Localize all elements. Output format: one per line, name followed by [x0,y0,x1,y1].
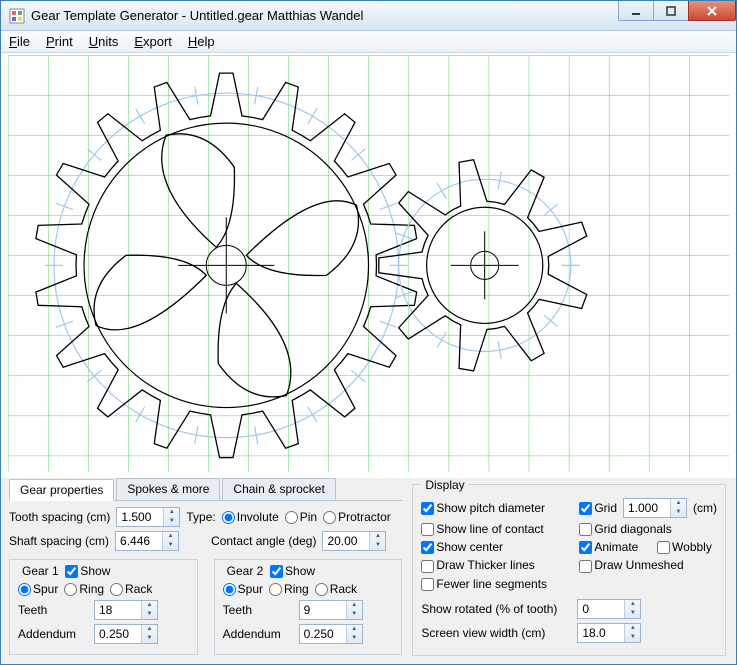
spinner-arrows-icon[interactable]: ▲▼ [670,499,686,517]
gear1-addendum-label: Addendum [18,627,88,641]
show-rotated-label: Show rotated (% of tooth) [421,602,571,616]
gear2-rack-radio[interactable]: Rack [315,582,357,596]
menu-print[interactable]: Print [46,34,73,49]
app-window: Gear Template Generator - Untitled.gear … [0,0,737,665]
spinner-arrows-icon[interactable]: ▲▼ [141,601,157,619]
spinner-arrows-icon[interactable]: ▲▼ [163,508,179,526]
gear1-spur-radio[interactable]: Spur [18,582,58,596]
contact-angle-label: Contact angle (deg) [211,534,316,548]
display-panel: Display Show pitch diameter Grid ▲▼ (cm)… [412,478,726,656]
spinner-arrows-icon[interactable]: ▲▼ [162,532,178,550]
gear1-group: Gear 1 Show Spur Ring Rack Teeth ▲▼ Adde… [9,559,198,656]
shaft-spacing-spinner[interactable]: ▲▼ [115,531,179,551]
tab-spokes[interactable]: Spokes & more [116,478,220,500]
grid-unit-label: (cm) [693,501,717,515]
show-contact-checkbox[interactable]: Show line of contact [421,522,543,536]
close-button[interactable] [688,1,736,21]
animate-checkbox[interactable]: Animate [579,540,638,554]
draw-unmeshed-checkbox[interactable]: Draw Unmeshed [579,558,683,572]
wobbly-checkbox[interactable]: Wobbly [657,540,712,554]
type-protractor-radio[interactable]: Protractor [323,510,391,524]
gear1-teeth-spinner[interactable]: ▲▼ [94,600,158,620]
maximize-button[interactable] [653,1,689,21]
gear1-legend: Gear 1 [22,564,59,578]
gear2-group: Gear 2 Show Spur Ring Rack Teeth ▲▼ Adde… [214,559,403,656]
menu-bar: File Print Units Export Help [1,31,736,53]
show-pitch-checkbox[interactable]: Show pitch diameter [421,501,545,515]
grid-size-spinner[interactable]: ▲▼ [623,498,687,518]
window-buttons [619,1,736,21]
menu-units[interactable]: Units [89,34,119,49]
menu-help[interactable]: Help [188,34,215,49]
spinner-arrows-icon[interactable]: ▲▼ [369,532,385,550]
app-icon [9,8,25,24]
gear2-addendum-spinner[interactable]: ▲▼ [299,624,363,644]
gear2-teeth-input[interactable] [300,601,346,619]
gear-properties-panel: Gear properties Spokes & more Chain & sp… [9,478,402,656]
gear1-addendum-spinner[interactable]: ▲▼ [94,624,158,644]
grid-size-input[interactable] [624,499,670,517]
grid-checkbox[interactable]: Grid [579,501,617,515]
display-legend: Display [421,478,468,492]
gear2-ring-radio[interactable]: Ring [269,582,309,596]
contact-angle-spinner[interactable]: ▲▼ [322,531,386,551]
menu-export[interactable]: Export [134,34,172,49]
screen-width-input[interactable] [578,624,624,642]
shaft-spacing-input[interactable] [116,532,162,550]
gear1-rack-radio[interactable]: Rack [110,582,152,596]
gear2-addendum-input[interactable] [300,625,346,643]
thicker-lines-checkbox[interactable]: Draw Thicker lines [421,558,534,572]
tab-chain[interactable]: Chain & sprocket [222,478,335,500]
gear1-addendum-input[interactable] [95,625,141,643]
control-panels: Gear properties Spokes & more Chain & sp… [1,478,736,664]
spinner-arrows-icon[interactable]: ▲▼ [346,601,362,619]
gear1-show-checkbox[interactable]: Show [65,564,110,578]
gear2-legend: Gear 2 [227,564,264,578]
contact-angle-input[interactable] [323,532,369,550]
spinner-arrows-icon[interactable]: ▲▼ [624,624,640,642]
show-center-checkbox[interactable]: Show center [421,540,503,554]
shaft-spacing-label: Shaft spacing (cm) [9,534,109,548]
gear2-spur-radio[interactable]: Spur [223,582,263,596]
spinner-arrows-icon[interactable]: ▲▼ [624,600,640,618]
tooth-spacing-spinner[interactable]: ▲▼ [116,507,180,527]
screen-width-spinner[interactable]: ▲▼ [577,623,641,643]
panel-tabs: Gear properties Spokes & more Chain & sp… [9,478,402,501]
gear2-teeth-spinner[interactable]: ▲▼ [299,600,363,620]
spinner-arrows-icon[interactable]: ▲▼ [141,625,157,643]
type-label: Type: [186,510,215,524]
fewer-segments-checkbox[interactable]: Fewer line segments [421,577,547,591]
show-rotated-input[interactable] [578,600,624,618]
show-rotated-spinner[interactable]: ▲▼ [577,599,641,619]
grid-diagonals-checkbox[interactable]: Grid diagonals [579,522,671,536]
type-involute-radio[interactable]: Involute [222,510,279,524]
titlebar[interactable]: Gear Template Generator - Untitled.gear … [1,1,736,31]
gear2-addendum-label: Addendum [223,627,293,641]
menu-file[interactable]: File [9,34,30,49]
gear1-ring-radio[interactable]: Ring [64,582,104,596]
tooth-spacing-label: Tooth spacing (cm) [9,510,110,524]
tab-gear-properties[interactable]: Gear properties [9,479,114,501]
minimize-button[interactable] [618,1,654,21]
gear2-teeth-label: Teeth [223,603,293,617]
gear1-teeth-input[interactable] [95,601,141,619]
gear-canvas[interactable] [7,55,730,472]
tooth-spacing-input[interactable] [117,508,163,526]
gear2-show-checkbox[interactable]: Show [270,564,315,578]
spinner-arrows-icon[interactable]: ▲▼ [346,625,362,643]
screen-width-label: Screen view width (cm) [421,626,571,640]
type-pin-radio[interactable]: Pin [285,510,317,524]
gear1-teeth-label: Teeth [18,603,88,617]
